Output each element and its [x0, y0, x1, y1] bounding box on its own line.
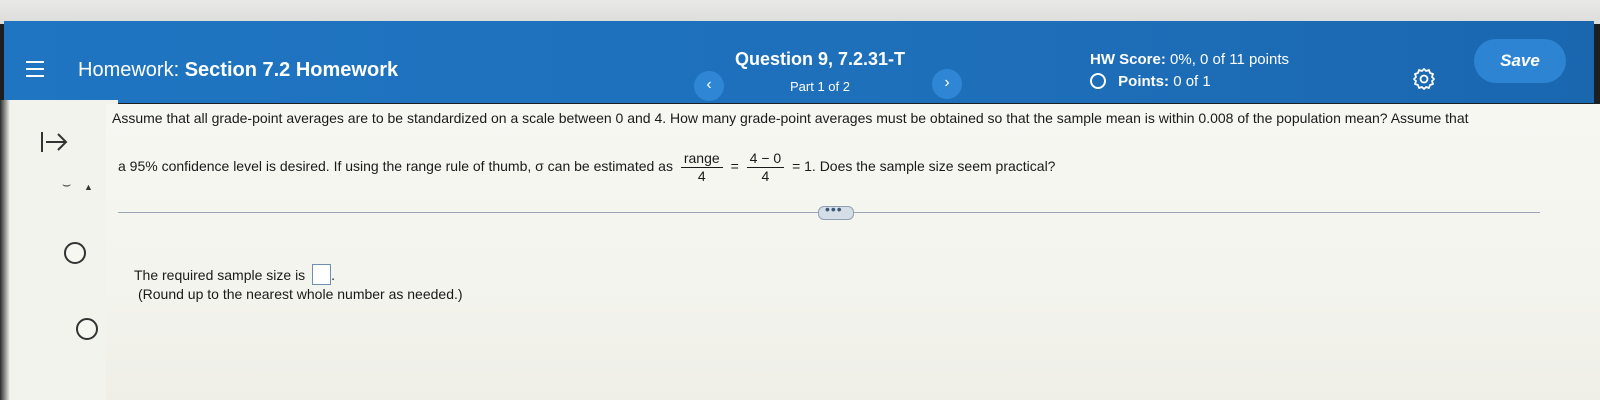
question-text-line2-end: = 1. Does the sample size seem practical… [792, 158, 1056, 175]
previous-question-button[interactable]: ‹ [694, 71, 724, 101]
caret-up-icon: ▲ [84, 182, 93, 192]
status-circle-icon [1090, 73, 1106, 89]
fraction-numerator: 4 − 0 [746, 150, 785, 168]
answer-hint: (Round up to the nearest whole number as… [138, 286, 463, 302]
rail-shadow [0, 100, 10, 400]
question-text-line2-start: a 95% confidence level is desired. If us… [118, 158, 673, 175]
question-content-area [106, 104, 1600, 400]
gear-icon[interactable] [1412, 67, 1436, 91]
chevron-right-icon: › [944, 74, 950, 91]
question-text-line2: a 95% confidence level is desired. If us… [118, 150, 1055, 185]
question-part: Part 1 of 2 [790, 79, 850, 94]
chevron-left-icon: ‹ [706, 76, 712, 93]
question-text-line1: Assume that all grade-point averages are… [112, 110, 1469, 126]
fraction-4-minus-0-over-4: 4 − 0 4 [746, 150, 785, 185]
homework-section-title: Section 7.2 Homework [184, 59, 399, 81]
next-question-button[interactable]: › [932, 69, 962, 99]
answer-prompt: The required sample size is [134, 267, 306, 283]
arrow-right-bar-icon[interactable] [38, 128, 72, 156]
hw-score-label: HW Score: [1090, 51, 1166, 68]
question-title: Question 9, 7.2.31-T [734, 49, 906, 69]
equals-sign: = [730, 158, 739, 175]
points-value: 0 of 1 [1173, 73, 1211, 90]
answer-suffix: . [331, 267, 335, 283]
menu-icon[interactable] [26, 61, 46, 79]
hw-score: HW Score: 0%, 0 of 11 points [1090, 51, 1289, 68]
radio-option-2[interactable] [76, 318, 98, 340]
homework-title: Homework: Section 7.2 Homework [78, 59, 398, 82]
fraction-numerator: range [680, 150, 723, 168]
homework-header-bar: Homework: Section 7.2 Homework ‹ Questio… [4, 21, 1594, 103]
sample-size-input[interactable] [312, 264, 332, 285]
fraction-denominator: 4 [761, 168, 770, 184]
points-status: Points: 0 of 1 [1090, 73, 1211, 90]
fraction-range-over-4: range 4 [680, 150, 723, 185]
more-dots-icon: ••• [825, 201, 843, 217]
expand-more-button[interactable]: ••• [818, 201, 854, 220]
screen: Homework: Section 7.2 Homework ‹ Questio… [0, 0, 1600, 400]
points-label: Points: [1118, 73, 1170, 90]
save-button[interactable]: Save [1474, 39, 1566, 83]
answer-prompt-line: The required sample size is . [134, 264, 335, 285]
hw-score-value: 0%, 0 of 11 points [1170, 51, 1289, 68]
rail-collapse-icon[interactable]: ⌣ [62, 176, 71, 193]
homework-prefix: Homework: [78, 59, 180, 81]
radio-option-1[interactable] [64, 242, 86, 264]
fraction-denominator: 4 [697, 168, 706, 184]
